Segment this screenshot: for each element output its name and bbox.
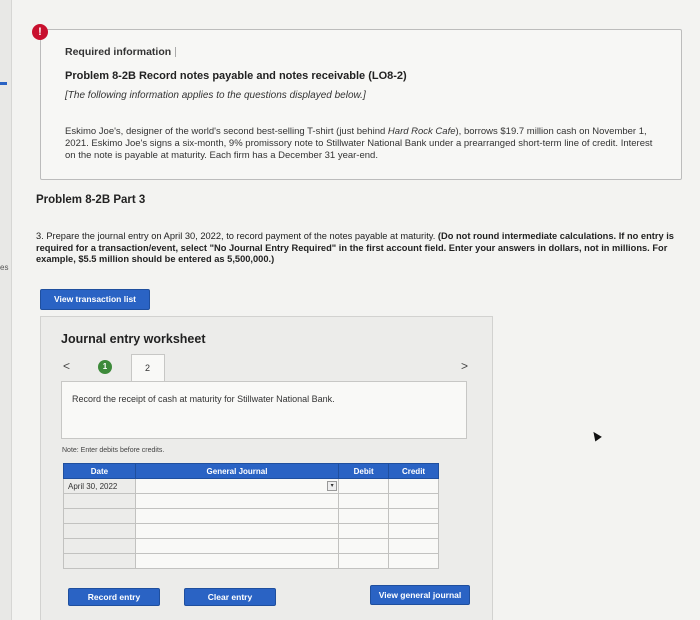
debit-input[interactable] (338, 508, 390, 524)
table-row (63, 493, 439, 509)
debit-input[interactable] (338, 538, 390, 554)
credit-input[interactable] (388, 508, 439, 524)
debit-input[interactable] (338, 478, 390, 494)
worksheet-title: Journal entry worksheet (61, 332, 206, 346)
credit-input[interactable] (388, 523, 439, 539)
debits-note: Note: Enter debits before credits. (62, 447, 165, 454)
required-information-box: Required information Problem 8-2B Record… (40, 29, 682, 180)
step-2-label: 2 (145, 363, 151, 373)
account-select[interactable] (134, 523, 340, 539)
part-title: Problem 8-2B Part 3 (36, 194, 146, 206)
debit-input[interactable] (338, 523, 390, 539)
credit-input[interactable] (388, 478, 439, 494)
credit-input[interactable] (388, 493, 439, 509)
prev-arrow-icon[interactable]: < (63, 359, 70, 373)
account-select[interactable] (134, 493, 340, 509)
worksheet-instruction: Record the receipt of cash at maturity f… (72, 394, 335, 404)
date-cell (63, 523, 136, 539)
side-panel-fragment: es (0, 263, 9, 272)
account-select[interactable] (134, 538, 340, 554)
journal-entry-worksheet: Journal entry worksheet < 1 2 > Record t… (40, 316, 493, 620)
view-general-journal-button[interactable]: View general journal (370, 585, 470, 605)
debit-input[interactable] (338, 493, 390, 509)
date-cell (63, 508, 136, 524)
step-2-tab[interactable]: 2 (131, 354, 165, 382)
next-arrow-icon[interactable]: > (461, 359, 468, 373)
problem-description: Eskimo Joe's, designer of the world's se… (65, 126, 653, 161)
table-row (63, 523, 439, 539)
debit-input[interactable] (338, 553, 390, 569)
mouse-cursor-icon (590, 429, 602, 442)
side-panel-marker (0, 82, 7, 85)
journal-table: Date General Journal Debit Credit April … (63, 463, 439, 569)
credit-header: Credit (388, 463, 439, 479)
date-cell: April 30, 2022 (63, 478, 136, 494)
info-note: [The following information applies to th… (65, 90, 366, 101)
question-text: 3. Prepare the journal entry on April 30… (36, 231, 674, 264)
step-1-tab[interactable]: 1 (98, 360, 112, 374)
credit-input[interactable] (388, 538, 439, 554)
table-row: April 30, 2022 ▾ (63, 478, 439, 494)
account-select[interactable]: ▾ (134, 478, 340, 494)
side-panel-edge (0, 0, 12, 620)
worksheet-instruction-box: Record the receipt of cash at maturity f… (61, 381, 467, 439)
problem-title: Problem 8-2B Record notes payable and no… (65, 70, 407, 82)
chevron-down-icon[interactable]: ▾ (327, 481, 338, 491)
table-row (63, 553, 439, 569)
record-entry-button[interactable]: Record entry (68, 588, 160, 606)
date-cell (63, 553, 136, 569)
view-transaction-list-button[interactable]: View transaction list (40, 289, 150, 310)
clear-entry-button[interactable]: Clear entry (184, 588, 276, 606)
required-information-heading: Required information (65, 46, 177, 58)
credit-input[interactable] (388, 553, 439, 569)
date-cell (63, 493, 136, 509)
debit-header: Debit (338, 463, 390, 479)
exclamation-icon: ! (32, 24, 48, 40)
date-cell (63, 538, 136, 554)
table-row (63, 508, 439, 524)
account-select[interactable] (134, 553, 340, 569)
table-row (63, 538, 439, 554)
date-header: Date (63, 463, 136, 479)
general-journal-header: General Journal (134, 463, 340, 479)
account-select[interactable] (134, 508, 340, 524)
